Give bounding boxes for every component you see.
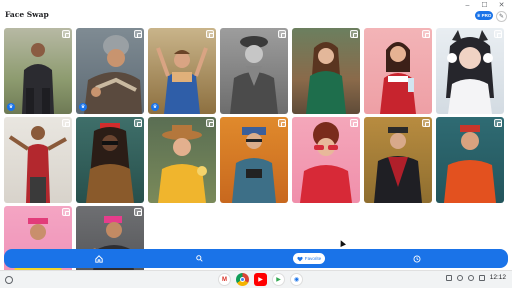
status-tray[interactable]: 12:12 xyxy=(445,274,506,281)
screen-capture-icon xyxy=(445,274,452,281)
save-icon[interactable] xyxy=(278,30,286,38)
close-button[interactable]: ✕ xyxy=(497,2,506,10)
nav-home[interactable] xyxy=(92,249,106,268)
template-card[interactable] xyxy=(364,117,432,203)
template-card[interactable] xyxy=(220,28,288,114)
save-icon[interactable] xyxy=(422,30,430,38)
save-icon[interactable] xyxy=(62,119,70,127)
template-card[interactable] xyxy=(364,28,432,114)
minimize-button[interactable]: – xyxy=(463,2,472,10)
nav-favorite-label: Favorite xyxy=(304,256,322,261)
template-card[interactable] xyxy=(4,117,72,203)
window-controls: – ☐ ✕ xyxy=(463,2,506,10)
portrait-image xyxy=(444,125,496,203)
save-icon[interactable] xyxy=(134,119,142,127)
save-icon[interactable] xyxy=(350,30,358,38)
nav-history[interactable] xyxy=(410,249,424,268)
template-card[interactable] xyxy=(148,117,216,203)
nav-favorite[interactable]: Favorite xyxy=(293,253,325,264)
portrait-image xyxy=(230,36,278,114)
crown-icon: ♛ xyxy=(151,103,159,111)
face-swap-app-icon[interactable]: ◉ xyxy=(290,273,303,286)
pro-button[interactable]: ♛ PRO xyxy=(475,11,493,20)
template-card[interactable] xyxy=(292,117,360,203)
save-icon[interactable] xyxy=(62,30,70,38)
app-title: Face Swap xyxy=(5,10,49,19)
portrait-image xyxy=(158,125,207,203)
template-card[interactable]: ♛ xyxy=(76,28,144,114)
portrait-image xyxy=(306,42,346,114)
template-card[interactable] xyxy=(436,117,504,203)
play-store-icon[interactable]: ▶ xyxy=(272,273,285,286)
history-icon xyxy=(413,255,421,262)
bottom-nav: Favorite xyxy=(4,249,508,268)
portrait-image xyxy=(8,126,67,203)
save-icon[interactable] xyxy=(278,119,286,127)
portrait-image xyxy=(86,123,134,203)
save-icon[interactable] xyxy=(134,208,142,216)
clock: 12:12 xyxy=(489,274,506,281)
template-card[interactable] xyxy=(76,117,144,203)
save-icon[interactable] xyxy=(350,119,358,127)
portrait-image xyxy=(232,127,276,203)
template-card[interactable]: ♛ xyxy=(4,28,72,114)
search-icon xyxy=(195,255,203,262)
nav-search[interactable] xyxy=(192,249,206,268)
crown-icon: ♛ xyxy=(7,103,15,111)
template-card[interactable]: ♛ xyxy=(148,28,216,114)
gmail-icon[interactable]: M xyxy=(218,273,231,286)
launcher-icon[interactable] xyxy=(5,276,13,284)
youtube-icon[interactable]: ▶ xyxy=(254,273,267,286)
portrait-image xyxy=(300,122,352,203)
save-icon[interactable] xyxy=(206,119,214,127)
template-card[interactable] xyxy=(292,28,360,114)
crown-icon: ♛ xyxy=(476,12,481,18)
maximize-button[interactable]: ☐ xyxy=(480,2,489,10)
save-icon[interactable] xyxy=(134,30,142,38)
save-icon[interactable] xyxy=(494,119,502,127)
home-icon xyxy=(95,254,103,263)
edit-icon[interactable]: ✎ xyxy=(496,11,507,22)
notification-icon xyxy=(456,274,463,281)
system-shelf: M ▶ ▶ ◉ 12:12 xyxy=(0,270,512,288)
portrait-image xyxy=(156,47,208,114)
portrait-image xyxy=(84,35,142,114)
portrait-image xyxy=(22,43,54,114)
template-card[interactable] xyxy=(436,28,504,114)
save-icon[interactable] xyxy=(62,208,70,216)
portrait-image xyxy=(374,127,422,203)
battery-icon xyxy=(478,274,485,281)
chrome-icon[interactable] xyxy=(236,273,249,286)
template-card[interactable] xyxy=(220,117,288,203)
pro-label: PRO xyxy=(481,13,492,18)
portrait-image xyxy=(380,42,416,114)
pinned-apps: M ▶ ▶ ◉ xyxy=(218,273,303,286)
crown-icon: ♛ xyxy=(79,103,87,111)
save-icon[interactable] xyxy=(422,119,430,127)
wifi-icon xyxy=(467,274,474,281)
portrait-image xyxy=(446,30,494,114)
save-icon[interactable] xyxy=(494,30,502,38)
heart-icon xyxy=(297,256,303,261)
save-icon[interactable] xyxy=(206,30,214,38)
